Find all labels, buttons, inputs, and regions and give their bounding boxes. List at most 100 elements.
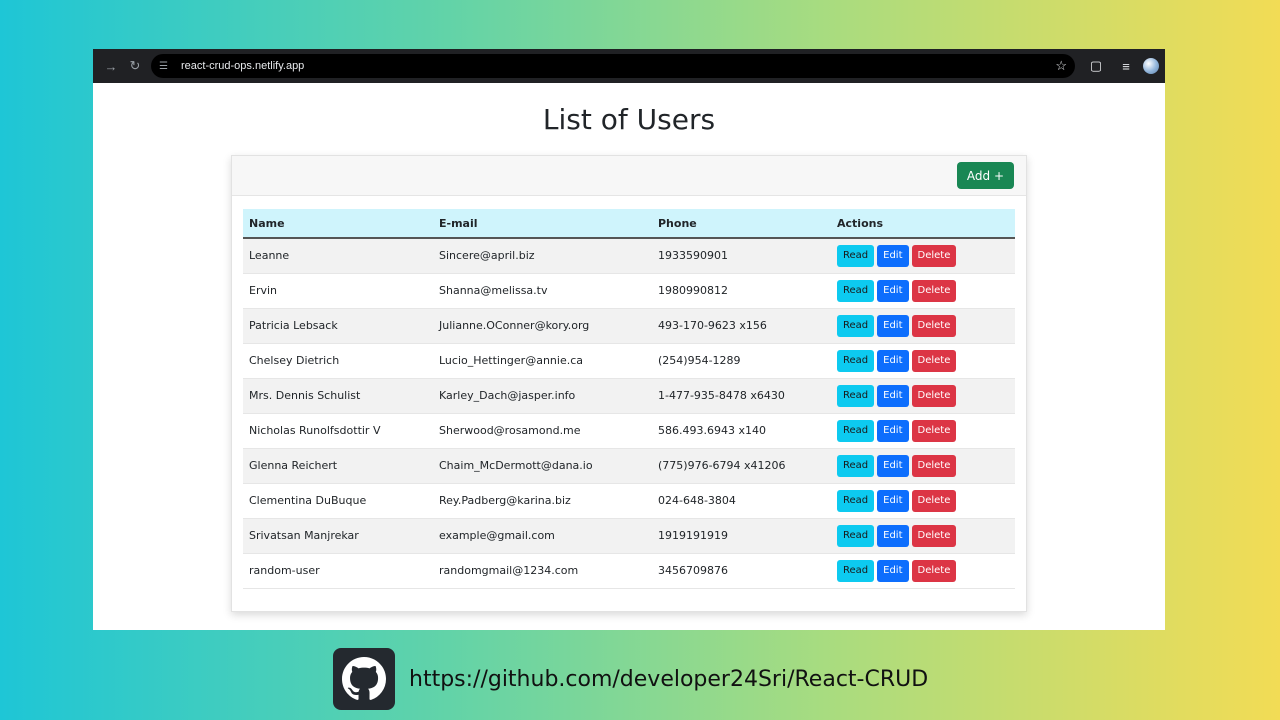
table-row: Glenna Reichert Chaim_McDermott@dana.io (7… (243, 448, 1015, 484)
delete-button[interactable]: Delete (911, 489, 957, 512)
read-button[interactable]: Read (837, 244, 875, 267)
page-title: List of Users (542, 103, 716, 136)
url-text: react-crud-ops.netlify.app (181, 60, 305, 72)
header-name: Name (243, 209, 433, 239)
cell-actions: Read Edit Delete (831, 483, 1015, 519)
delete-button[interactable]: Delete (911, 279, 957, 302)
table-row: Mrs. Dennis Schulist Karley_Dach@jasper.i… (243, 378, 1015, 414)
cell-email: Julianne.OConner@kory.org (433, 308, 652, 344)
cell-phone: 586.493.6943 x140 (652, 413, 831, 449)
delete-button[interactable]: Delete (911, 524, 957, 547)
card-header: Add + (232, 156, 1026, 196)
edit-button[interactable]: Edit (877, 349, 909, 372)
users-table: Name E-mail Phone Actions Leanne Sincere@… (243, 209, 1015, 589)
table-row: Srivatsan Manjrekar example@gmail.com 1919… (243, 518, 1015, 554)
edit-button[interactable]: Edit (877, 419, 909, 442)
delete-button[interactable]: Delete (911, 559, 957, 582)
profile-avatar[interactable] (1143, 58, 1159, 74)
read-button[interactable]: Read (837, 454, 875, 477)
users-card: Add + Name E-mail Phone Actions Leanne Si… (231, 155, 1027, 612)
cell-email: Sincere@april.biz (433, 238, 652, 274)
table-header-row: Name E-mail Phone Actions (243, 209, 1015, 239)
forward-icon[interactable]: → (99, 54, 123, 78)
cell-email: Shanna@melissa.tv (433, 273, 652, 309)
edit-button[interactable]: Edit (877, 454, 909, 477)
cell-name: Leanne (243, 238, 433, 274)
cell-phone: (775)976-6794 x41206 (652, 448, 831, 484)
cell-actions: Read Edit Delete (831, 448, 1015, 484)
cell-name: Glenna Reichert (243, 448, 433, 484)
read-button[interactable]: Read (837, 314, 875, 337)
header-actions: Actions (831, 209, 1015, 239)
cell-phone: 493-170-9623 x156 (652, 308, 831, 344)
header-email: E-mail (433, 209, 652, 239)
edit-button[interactable]: Edit (877, 489, 909, 512)
cell-phone: 1919191919 (652, 518, 831, 554)
cell-actions: Read Edit Delete (831, 308, 1015, 344)
read-button[interactable]: Read (837, 489, 875, 512)
cell-name: random-user (243, 553, 433, 589)
delete-button[interactable]: Delete (911, 349, 957, 372)
table-row: Ervin Shanna@melissa.tv 1980990812 Read Edit… (243, 273, 1015, 309)
table-row: Chelsey Dietrich Lucio_Hettinger@annie.ca… (243, 343, 1015, 379)
table-row: random-user randomgmail@1234.com 345670987… (243, 553, 1015, 589)
cell-actions: Read Edit Delete (831, 343, 1015, 379)
cell-email: Lucio_Hettinger@annie.ca (433, 343, 652, 379)
github-link[interactable]: https://github.com/developer24Sri/React-… (409, 667, 928, 692)
media-control-icon[interactable]: ≡ (1111, 54, 1141, 78)
bookmark-star-icon[interactable]: ☆ (1055, 58, 1067, 74)
edit-button[interactable]: Edit (877, 384, 909, 407)
cell-phone: 1933590901 (652, 238, 831, 274)
site-settings-icon[interactable]: ☰ (159, 61, 175, 72)
cell-phone: 3456709876 (652, 553, 831, 589)
browser-window: → ↻ ☰ react-crud-ops.netlify.app ☆ ▢ ≡ L… (93, 49, 1165, 630)
edit-button[interactable]: Edit (877, 524, 909, 547)
header-phone: Phone (652, 209, 831, 239)
read-button[interactable]: Read (837, 419, 875, 442)
cell-email: Chaim_McDermott@dana.io (433, 448, 652, 484)
cell-name: Ervin (243, 273, 433, 309)
cell-email: Sherwood@rosamond.me (433, 413, 652, 449)
address-bar[interactable]: ☰ react-crud-ops.netlify.app ☆ (151, 54, 1075, 78)
read-button[interactable]: Read (837, 384, 875, 407)
delete-button[interactable]: Delete (911, 454, 957, 477)
edit-button[interactable]: Edit (877, 314, 909, 337)
delete-button[interactable]: Delete (911, 244, 957, 267)
cell-actions: Read Edit Delete (831, 378, 1015, 414)
footer: https://github.com/developer24Sri/React-… (333, 648, 928, 710)
cell-actions: Read Edit Delete (831, 413, 1015, 449)
extensions-icon[interactable]: ▢ (1081, 54, 1111, 78)
table-row: Clementina DuBuque Rey.Padberg@karina.biz… (243, 483, 1015, 519)
read-button[interactable]: Read (837, 559, 875, 582)
cell-name: Patricia Lebsack (243, 308, 433, 344)
cell-email: example@gmail.com (433, 518, 652, 554)
delete-button[interactable]: Delete (911, 419, 957, 442)
cell-email: randomgmail@1234.com (433, 553, 652, 589)
delete-button[interactable]: Delete (911, 384, 957, 407)
cell-phone: 1-477-935-8478 x6430 (652, 378, 831, 414)
read-button[interactable]: Read (837, 279, 875, 302)
cell-email: Karley_Dach@jasper.info (433, 378, 652, 414)
cell-name: Chelsey Dietrich (243, 343, 433, 379)
cell-actions: Read Edit Delete (831, 553, 1015, 589)
cell-actions: Read Edit Delete (831, 518, 1015, 554)
table-row: Leanne Sincere@april.biz 1933590901 Read Edi… (243, 238, 1015, 274)
cell-actions: Read Edit Delete (831, 238, 1015, 274)
edit-button[interactable]: Edit (877, 559, 909, 582)
cell-phone: 024-648-3804 (652, 483, 831, 519)
read-button[interactable]: Read (837, 349, 875, 372)
delete-button[interactable]: Delete (911, 314, 957, 337)
add-user-button[interactable]: Add + (956, 162, 1014, 189)
edit-button[interactable]: Edit (877, 279, 909, 302)
edit-button[interactable]: Edit (877, 244, 909, 267)
page-content: List of Users Add + Name E-mail Phone Ac… (93, 83, 1165, 630)
table-row: Patricia Lebsack Julianne.OConner@kory.or… (243, 308, 1015, 344)
cell-phone: (254)954-1289 (652, 343, 831, 379)
reload-icon[interactable]: ↻ (123, 54, 147, 78)
read-button[interactable]: Read (837, 524, 875, 547)
cell-name: Srivatsan Manjrekar (243, 518, 433, 554)
table-wrapper: Name E-mail Phone Actions Leanne Sincere@… (232, 196, 1026, 589)
browser-toolbar: → ↻ ☰ react-crud-ops.netlify.app ☆ ▢ ≡ (93, 49, 1165, 83)
cell-name: Nicholas Runolfsdottir V (243, 413, 433, 449)
cell-name: Clementina DuBuque (243, 483, 433, 519)
